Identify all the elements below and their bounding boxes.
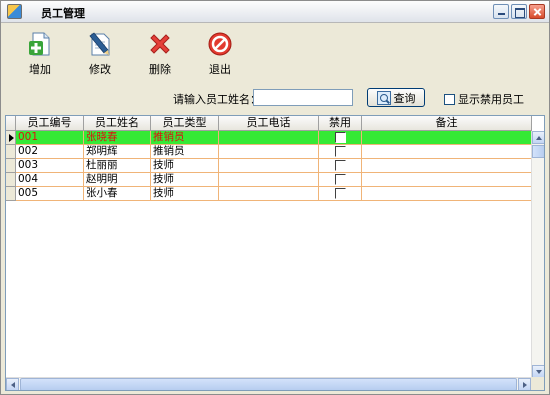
search-label: 请输入员工姓名： xyxy=(173,93,261,106)
query-button[interactable]: 查询 xyxy=(367,88,425,107)
cell-type[interactable]: 技师 xyxy=(151,173,219,187)
cell-type[interactable]: 技师 xyxy=(151,187,219,201)
cell-note[interactable] xyxy=(362,131,532,145)
employee-management-window: 员工管理 增加 修改 删除 退出 请输入员工姓名： 查询 显示禁用员工 员工编号… xyxy=(0,0,550,395)
delete-button[interactable]: 删除 xyxy=(139,29,181,77)
edit-label: 修改 xyxy=(89,63,111,76)
vertical-scrollbar[interactable] xyxy=(531,131,544,378)
scroll-left-button[interactable] xyxy=(6,378,19,390)
show-disabled-checkbox[interactable]: 显示禁用员工 xyxy=(444,91,524,107)
cell-type[interactable]: 推销员 xyxy=(151,131,219,145)
disabled-checkbox[interactable] xyxy=(334,188,346,199)
horizontal-scrollbar[interactable] xyxy=(6,377,531,390)
cell-id[interactable]: 004 xyxy=(16,173,84,187)
row-header[interactable] xyxy=(6,173,16,187)
cell-phone[interactable] xyxy=(219,173,319,187)
cell-phone[interactable] xyxy=(219,159,319,173)
cell-name[interactable]: 张晓春 xyxy=(84,131,151,145)
column-header-type[interactable]: 员工类型 xyxy=(151,116,219,131)
window-controls xyxy=(493,4,545,19)
app-icon xyxy=(7,4,22,19)
exit-label: 退出 xyxy=(209,63,231,76)
column-header-phone[interactable]: 员工电话 xyxy=(219,116,319,131)
title-bar[interactable]: 员工管理 xyxy=(1,1,549,23)
table-row[interactable]: 005 张小春 技师 xyxy=(6,187,532,201)
exit-icon xyxy=(205,29,235,58)
cell-disabled[interactable] xyxy=(319,145,362,159)
grid-header: 员工编号 员工姓名 员工类型 员工电话 禁用 备注 xyxy=(6,116,532,131)
cell-type[interactable]: 技师 xyxy=(151,159,219,173)
cell-id[interactable]: 002 xyxy=(16,145,84,159)
checkbox-box[interactable] xyxy=(444,93,455,105)
cell-disabled[interactable] xyxy=(319,173,362,187)
cell-disabled[interactable] xyxy=(319,159,362,173)
horizontal-scroll-thumb[interactable] xyxy=(20,378,517,390)
row-header[interactable] xyxy=(6,187,16,201)
vertical-scroll-thumb[interactable] xyxy=(532,145,544,158)
cell-phone[interactable] xyxy=(219,187,319,201)
cell-disabled[interactable] xyxy=(319,187,362,201)
add-button[interactable]: 增加 xyxy=(19,29,61,77)
cell-name[interactable]: 赵明明 xyxy=(84,173,151,187)
table-row[interactable]: 001 张晓春 推销员 xyxy=(6,131,532,145)
chevron-up-icon xyxy=(535,135,542,140)
edit-icon xyxy=(85,29,115,58)
disabled-checkbox[interactable] xyxy=(334,132,346,143)
cell-type[interactable]: 推销员 xyxy=(151,145,219,159)
cell-phone[interactable] xyxy=(219,131,319,145)
close-button[interactable] xyxy=(529,4,545,19)
cell-note[interactable] xyxy=(362,173,532,187)
employee-name-input[interactable] xyxy=(253,89,353,106)
row-header[interactable] xyxy=(6,145,16,159)
disabled-checkbox[interactable] xyxy=(334,174,346,185)
row-header-corner xyxy=(6,116,16,131)
minimize-button[interactable] xyxy=(493,4,509,19)
table-row[interactable]: 004 赵明明 技师 xyxy=(6,173,532,187)
row-header[interactable] xyxy=(6,131,16,145)
disabled-checkbox[interactable] xyxy=(334,160,346,171)
cell-id[interactable]: 005 xyxy=(16,187,84,201)
cell-name[interactable]: 杜丽丽 xyxy=(84,159,151,173)
chevron-left-icon xyxy=(10,381,15,388)
column-header-note[interactable]: 备注 xyxy=(362,116,532,131)
query-button-label: 查询 xyxy=(393,91,416,105)
scrollbar-corner xyxy=(531,377,544,390)
disabled-checkbox[interactable] xyxy=(334,146,346,157)
current-row-arrow-icon xyxy=(9,134,14,142)
maximize-button[interactable] xyxy=(511,4,527,19)
table-row[interactable]: 003 杜丽丽 技师 xyxy=(6,159,532,173)
cell-note[interactable] xyxy=(362,145,532,159)
add-icon xyxy=(25,29,55,58)
column-header-name[interactable]: 员工姓名 xyxy=(84,116,151,131)
cell-name[interactable]: 郑明辉 xyxy=(84,145,151,159)
chevron-down-icon xyxy=(535,369,542,374)
cell-disabled[interactable] xyxy=(319,131,362,145)
table-row[interactable]: 002 郑明辉 推销员 xyxy=(6,145,532,159)
add-label: 增加 xyxy=(29,63,51,76)
show-disabled-label: 显示禁用员工 xyxy=(458,93,524,106)
column-header-id[interactable]: 员工编号 xyxy=(16,116,84,131)
window-title: 员工管理 xyxy=(41,7,85,20)
chevron-right-icon xyxy=(522,381,527,388)
employee-grid[interactable]: 员工编号 员工姓名 员工类型 员工电话 禁用 备注 001 张晓春 推销员 00… xyxy=(5,115,545,391)
search-bar: 请输入员工姓名： 查询 显示禁用员工 xyxy=(1,88,549,107)
scroll-right-button[interactable] xyxy=(518,378,531,390)
scroll-up-button[interactable] xyxy=(532,131,544,144)
edit-button[interactable]: 修改 xyxy=(79,29,121,77)
cell-note[interactable] xyxy=(362,159,532,173)
delete-icon xyxy=(145,29,175,58)
grid-rows: 001 张晓春 推销员 002 郑明辉 推销员 003 杜丽丽 技师 004 赵… xyxy=(6,131,532,201)
search-icon xyxy=(376,90,391,105)
row-header[interactable] xyxy=(6,159,16,173)
exit-button[interactable]: 退出 xyxy=(199,29,241,77)
cell-id[interactable]: 003 xyxy=(16,159,84,173)
cell-note[interactable] xyxy=(362,187,532,201)
toolbar: 增加 修改 删除 退出 xyxy=(19,29,241,77)
delete-label: 删除 xyxy=(149,63,171,76)
cell-id[interactable]: 001 xyxy=(16,131,84,145)
cell-phone[interactable] xyxy=(219,145,319,159)
cell-name[interactable]: 张小春 xyxy=(84,187,151,201)
column-header-disabled[interactable]: 禁用 xyxy=(319,116,362,131)
